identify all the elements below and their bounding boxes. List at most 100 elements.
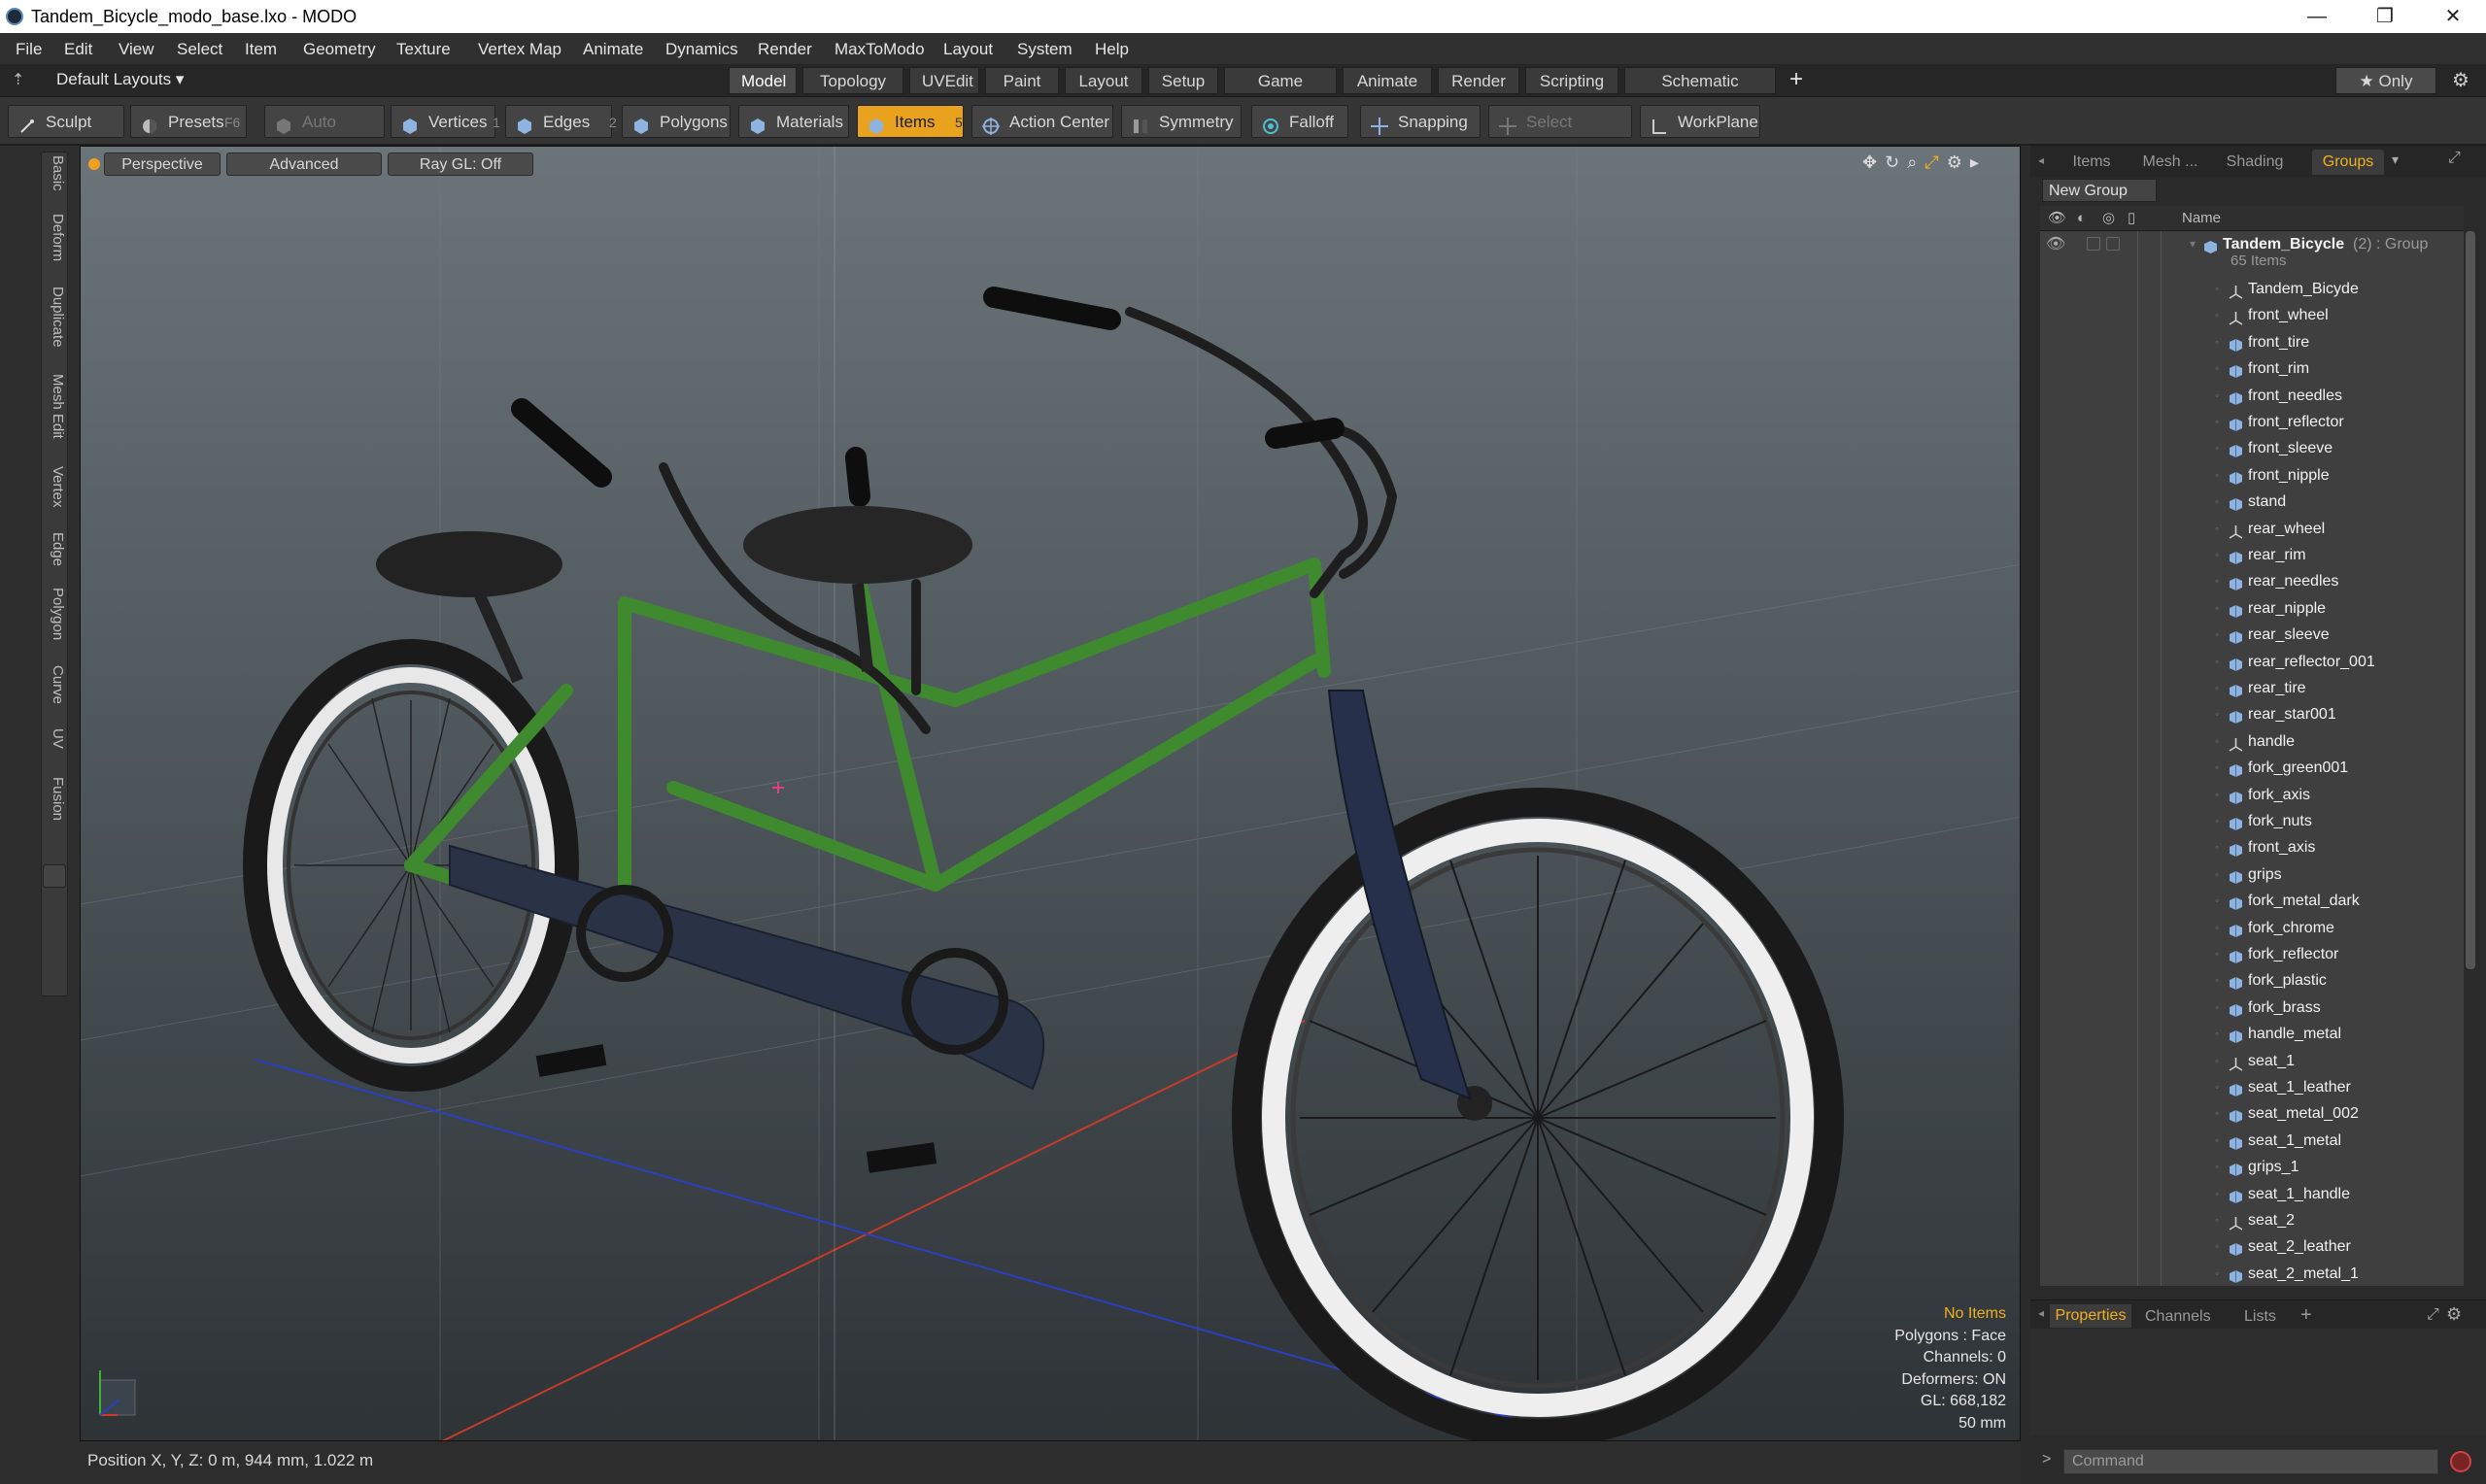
select-through-button[interactable]: Select Through: [1488, 105, 1632, 164]
advanced-dropdown[interactable]: Advanced: [226, 152, 382, 176]
list-item[interactable]: ◦ seat_2_leather: [2040, 1233, 2464, 1260]
eye-column-icon[interactable]: 👁: [2048, 206, 2066, 231]
menu-dynamics[interactable]: Dynamics: [665, 40, 738, 59]
list-item[interactable]: ◦ rear_nipple: [2040, 595, 2464, 622]
list-item[interactable]: ◦ fork_nuts: [2040, 808, 2464, 834]
list-item[interactable]: ◦ rear_tire: [2040, 675, 2464, 701]
3d-viewport[interactable]: Perspective Advanced Ray GL: Off ✥↻⌕⤢⚙▸ …: [80, 146, 2021, 1441]
list-item[interactable]: ◦ rear_reflector_001: [2040, 649, 2464, 675]
workplane-button[interactable]: WorkPlane: [1640, 105, 1760, 138]
gear-icon[interactable]: ⚙: [2452, 68, 2469, 92]
vtab-uv[interactable]: UV: [43, 728, 66, 749]
render-toggle[interactable]: [2106, 237, 2120, 251]
tab-game-tools[interactable]: Game Tools: [1224, 67, 1337, 118]
vtab-vertex[interactable]: Vertex: [43, 466, 66, 508]
list-item[interactable]: ◦ fork_brass: [2040, 995, 2464, 1021]
fit-icon[interactable]: ⤢: [1924, 152, 1946, 172]
list-item[interactable]: ◦ front_sleeve: [2040, 435, 2464, 461]
expand-tabs-button[interactable]: [43, 864, 66, 888]
vtab-polygon[interactable]: Polygon: [43, 588, 66, 640]
polygons-button[interactable]: Polygons: [622, 105, 731, 138]
new-group-button[interactable]: New Group: [2042, 179, 2157, 202]
properties-expand-icon[interactable]: ◂: [2038, 1306, 2044, 1320]
tab-channels[interactable]: Channels: [2145, 1308, 2211, 1326]
add-tab-plus[interactable]: +: [2300, 1304, 2312, 1327]
menu-layout[interactable]: Layout: [943, 40, 993, 59]
list-item[interactable]: ◦ front_reflector: [2040, 409, 2464, 435]
restore-icon[interactable]: ❐: [2351, 0, 2419, 33]
perspective-dropdown[interactable]: Perspective: [104, 152, 221, 176]
snapping-button[interactable]: Snapping: [1360, 105, 1481, 138]
lock-column-icon[interactable]: ◐: [2077, 206, 2086, 231]
menu-render[interactable]: Render: [758, 40, 812, 59]
list-item[interactable]: ◦ seat_1_metal: [2040, 1128, 2464, 1154]
only-button[interactable]: ★ Only: [2335, 67, 2436, 94]
list-item[interactable]: ◦ fork_chrome: [2040, 915, 2464, 941]
list-item[interactable]: ◦ seat_1: [2040, 1048, 2464, 1074]
select-column-icon[interactable]: ▯: [2128, 206, 2135, 231]
minimize-icon[interactable]: —: [2283, 0, 2351, 33]
menu-vertex-map[interactable]: Vertex Map: [478, 40, 562, 59]
items-button[interactable]: Items 5: [857, 105, 964, 138]
add-tab-button[interactable]: +: [1789, 66, 1803, 93]
sculpt-button[interactable]: Sculpt: [8, 105, 124, 138]
list-item[interactable]: ◦ fork_axis: [2040, 782, 2464, 808]
menu-system[interactable]: System: [1017, 40, 1073, 59]
vtab-curve[interactable]: Curve: [43, 665, 66, 704]
tab-items[interactable]: Items: [2058, 150, 2126, 175]
tab-setup[interactable]: Setup: [1148, 67, 1218, 94]
viewport-gear-icon[interactable]: ⚙: [1947, 152, 1970, 172]
tabs-dropdown-icon[interactable]: ▾: [2392, 152, 2399, 168]
presets-button[interactable]: Presets F6: [130, 105, 247, 138]
tab-mesh[interactable]: Mesh ...: [2131, 150, 2209, 175]
list-item[interactable]: ◦ seat_2: [2040, 1207, 2464, 1233]
edges-button[interactable]: Edges 2: [505, 105, 617, 138]
tab-scripting[interactable]: Scripting: [1525, 67, 1618, 94]
list-item[interactable]: ◦ fork_green001: [2040, 755, 2464, 781]
tab-render[interactable]: Render: [1438, 67, 1519, 94]
vertices-button[interactable]: Vertices 1: [391, 105, 500, 138]
tab-shading[interactable]: Shading: [2215, 150, 2295, 175]
default-layouts-dropdown[interactable]: Default Layouts ▾: [56, 70, 184, 89]
vtab-edge[interactable]: Edge: [43, 532, 66, 566]
list-item[interactable]: ◦ handle_metal: [2040, 1021, 2464, 1047]
list-item[interactable]: ◦ rear_rim: [2040, 542, 2464, 568]
list-item[interactable]: ◦ seat_1_leather: [2040, 1074, 2464, 1100]
rotate-icon[interactable]: ↻: [1885, 152, 1907, 172]
list-item[interactable]: ◦ grips_1: [2040, 1154, 2464, 1180]
auto-select-button[interactable]: Auto Select: [264, 105, 385, 164]
close-icon[interactable]: ✕: [2419, 0, 2486, 33]
layout-up-icon[interactable]: ⇡: [12, 70, 24, 89]
list-item[interactable]: ◦ front_rim: [2040, 355, 2464, 382]
menu-edit[interactable]: Edit: [64, 40, 92, 59]
list-item[interactable]: ◦ rear_needles: [2040, 568, 2464, 594]
action-center-button[interactable]: Action Center: [971, 105, 1113, 138]
list-item[interactable]: ◦ Tandem_Bicyde: [2040, 276, 2464, 302]
menu-item[interactable]: Item: [245, 40, 277, 59]
menu-geometry[interactable]: Geometry: [303, 40, 376, 59]
properties-gear-icon[interactable]: ⚙: [2446, 1304, 2462, 1325]
list-item[interactable]: ◦ seat_1_handle: [2040, 1181, 2464, 1207]
list-item[interactable]: ◦ fork_reflector: [2040, 941, 2464, 967]
record-icon[interactable]: [2450, 1451, 2471, 1472]
menu-file[interactable]: File: [16, 40, 42, 59]
list-item[interactable]: ◦ rear_star001: [2040, 701, 2464, 727]
materials-button[interactable]: Materials: [738, 105, 849, 138]
list-item[interactable]: ◦ stand: [2040, 489, 2464, 515]
list-item[interactable]: ◦ rear_sleeve: [2040, 622, 2464, 648]
list-item[interactable]: ◦ front_nipple: [2040, 462, 2464, 489]
tab-layout[interactable]: Layout: [1065, 67, 1142, 94]
list-item[interactable]: ◦ handle: [2040, 728, 2464, 755]
tab-schematic-fusion[interactable]: Schematic Fusion: [1624, 67, 1776, 118]
menu-help[interactable]: Help: [1095, 40, 1129, 59]
vtab-mesh-edit[interactable]: Mesh Edit: [43, 374, 66, 439]
list-item[interactable]: ◦ front_needles: [2040, 383, 2464, 409]
list-item[interactable]: ◦ front_wheel: [2040, 302, 2464, 328]
vtab-fusion[interactable]: Fusion: [43, 777, 66, 821]
panel-expand-icon[interactable]: ◂: [2038, 153, 2044, 167]
tab-paint[interactable]: Paint: [985, 67, 1059, 94]
tab-lists[interactable]: Lists: [2244, 1308, 2276, 1326]
menu-select[interactable]: Select: [177, 40, 222, 59]
tab-model[interactable]: Model: [729, 67, 797, 94]
tab-groups[interactable]: Groups: [2312, 150, 2384, 175]
